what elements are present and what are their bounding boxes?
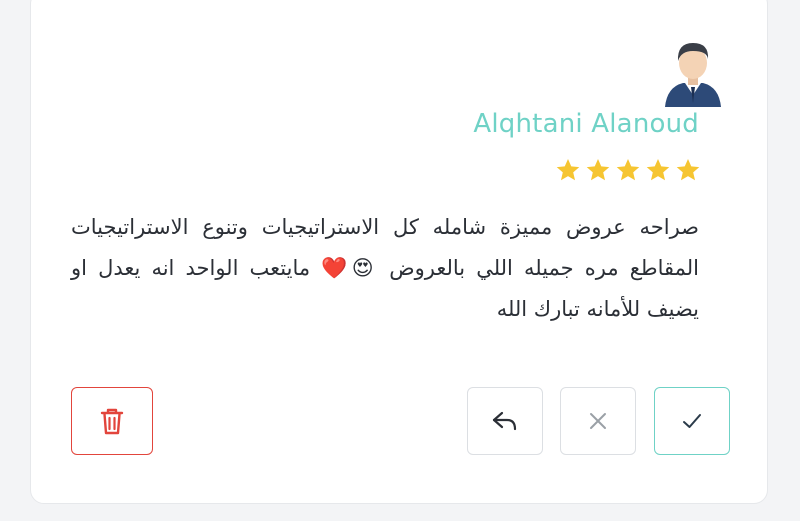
star-icon <box>676 158 700 181</box>
accept-button[interactable] <box>654 387 730 455</box>
reject-button[interactable] <box>560 387 636 455</box>
star-icon <box>556 158 580 181</box>
review-card: Alqhtani Alanoud صراحه عروض مميزة شامله … <box>30 0 768 504</box>
trash-icon <box>100 408 124 435</box>
check-icon <box>683 414 701 428</box>
star-icon <box>616 158 640 181</box>
review-author-name: Alqhtani Alanoud <box>473 109 699 139</box>
delete-button[interactable] <box>71 387 153 455</box>
reply-arrow-icon <box>492 411 517 431</box>
close-icon <box>590 413 606 429</box>
review-text: صراحه عروض مميزة شامله كل الاستراتيجيات … <box>71 215 699 321</box>
star-icon <box>586 158 610 181</box>
reply-button[interactable] <box>467 387 543 455</box>
star-icon <box>646 158 670 181</box>
user-avatar-icon <box>663 37 723 109</box>
star-rating <box>555 157 701 183</box>
